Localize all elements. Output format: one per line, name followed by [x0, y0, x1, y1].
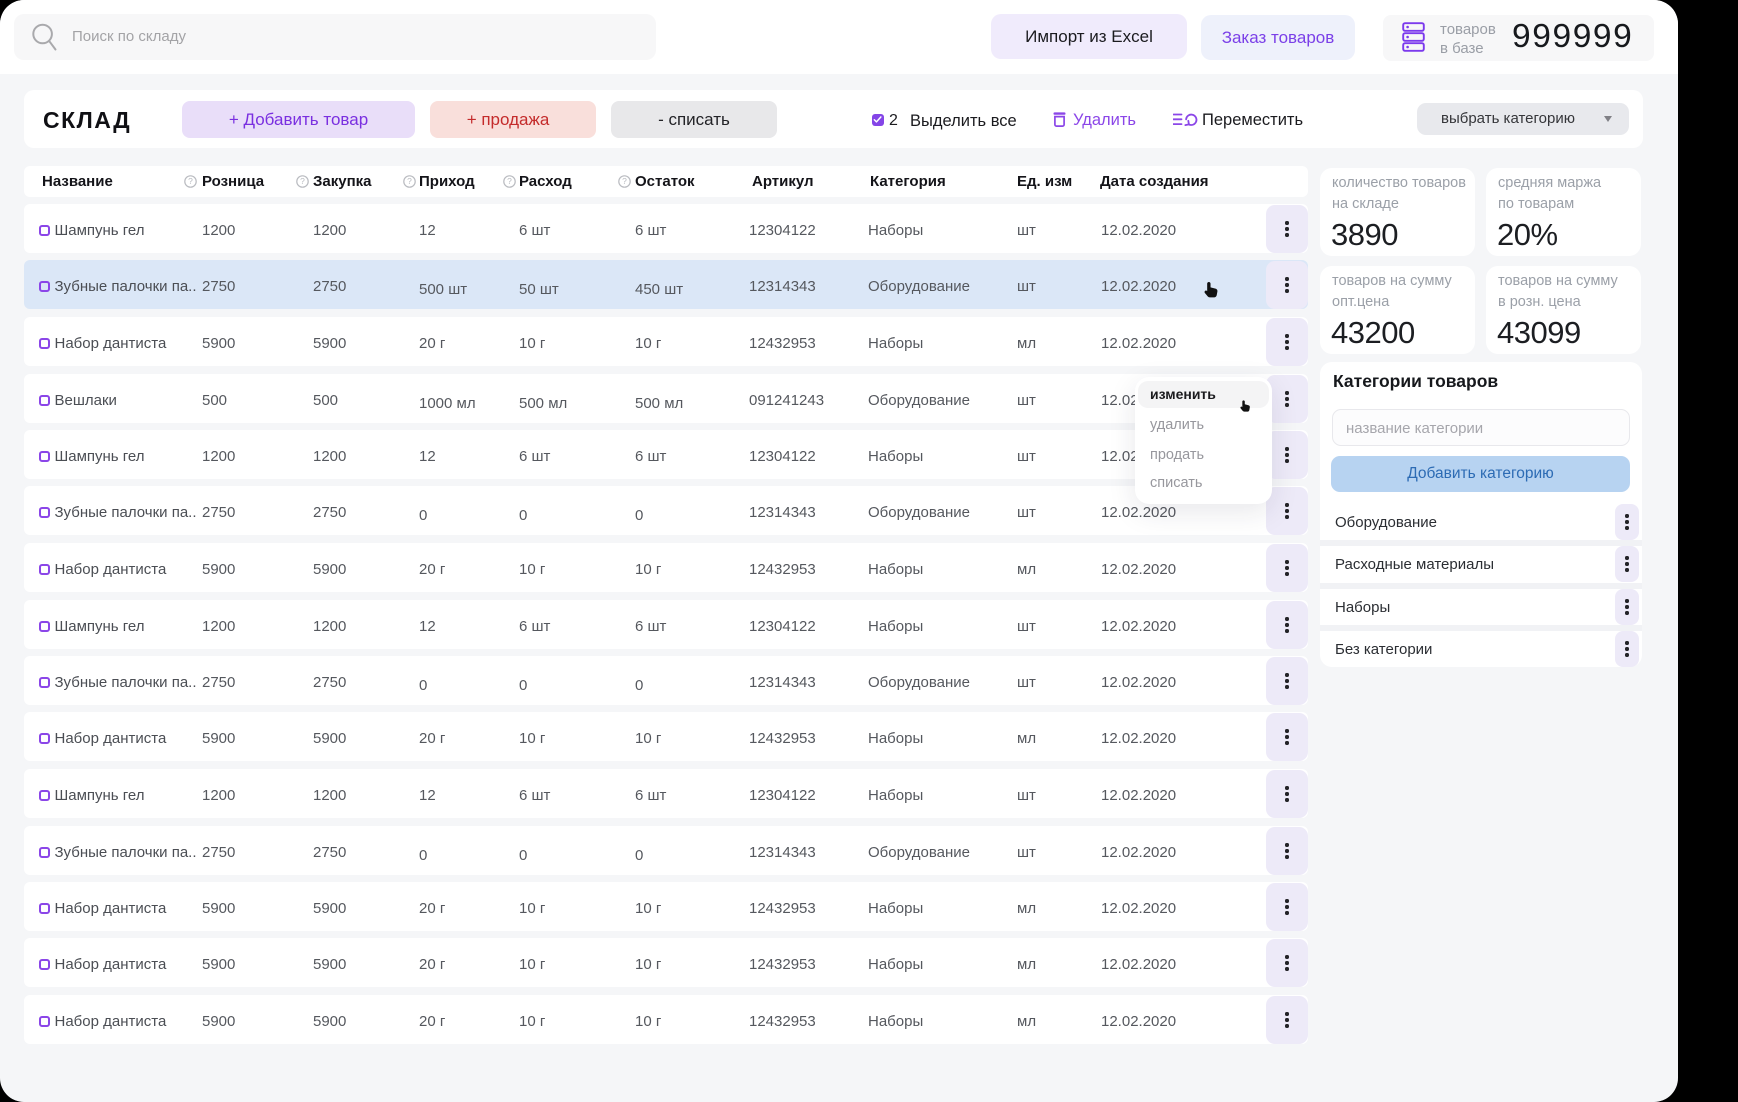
svg-text:?: ?: [188, 176, 193, 186]
svg-text:?: ?: [622, 176, 627, 186]
svg-text:?: ?: [407, 176, 412, 186]
svg-text:?: ?: [300, 176, 305, 186]
svg-text:?: ?: [507, 176, 512, 186]
